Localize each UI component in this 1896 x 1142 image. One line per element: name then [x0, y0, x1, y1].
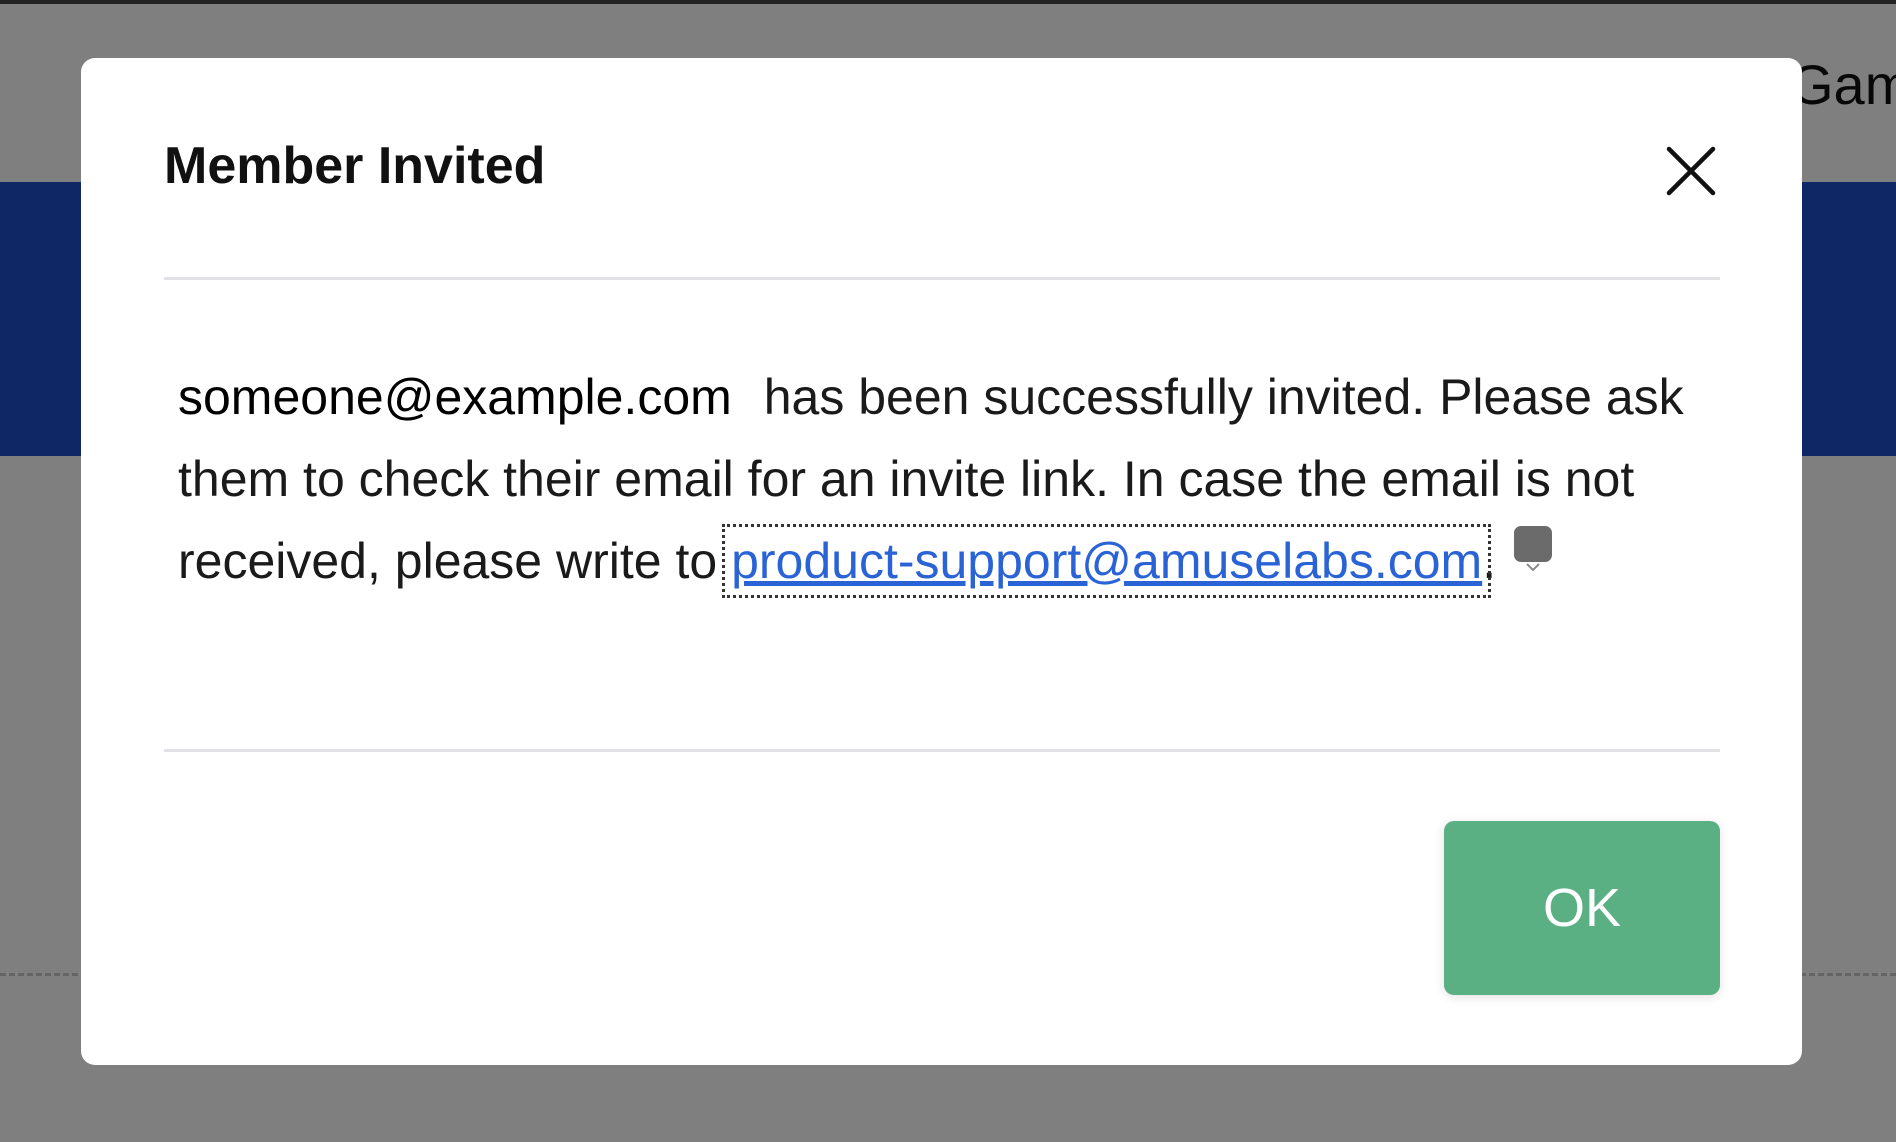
- dialog-message: someone@example.com has been successfull…: [178, 356, 1728, 602]
- invited-email: someone@example.com: [178, 369, 732, 425]
- member-invited-dialog: Member Invited someone@example.com has b…: [81, 58, 1802, 1065]
- support-email-link[interactable]: product-support@amuselabs.com: [722, 524, 1492, 598]
- header-divider: [164, 277, 1720, 280]
- page: Gam Member Invited someone@example.com h…: [0, 0, 1896, 1142]
- close-icon: [1666, 146, 1716, 196]
- message-period: .: [1482, 533, 1497, 589]
- ok-button[interactable]: OK: [1444, 821, 1720, 995]
- chevron-down-icon[interactable]: [1514, 526, 1553, 572]
- close-button[interactable]: [1661, 141, 1721, 201]
- footer-divider: [164, 749, 1720, 752]
- dialog-title: Member Invited: [164, 137, 546, 195]
- window-top-edge: [0, 0, 1896, 4]
